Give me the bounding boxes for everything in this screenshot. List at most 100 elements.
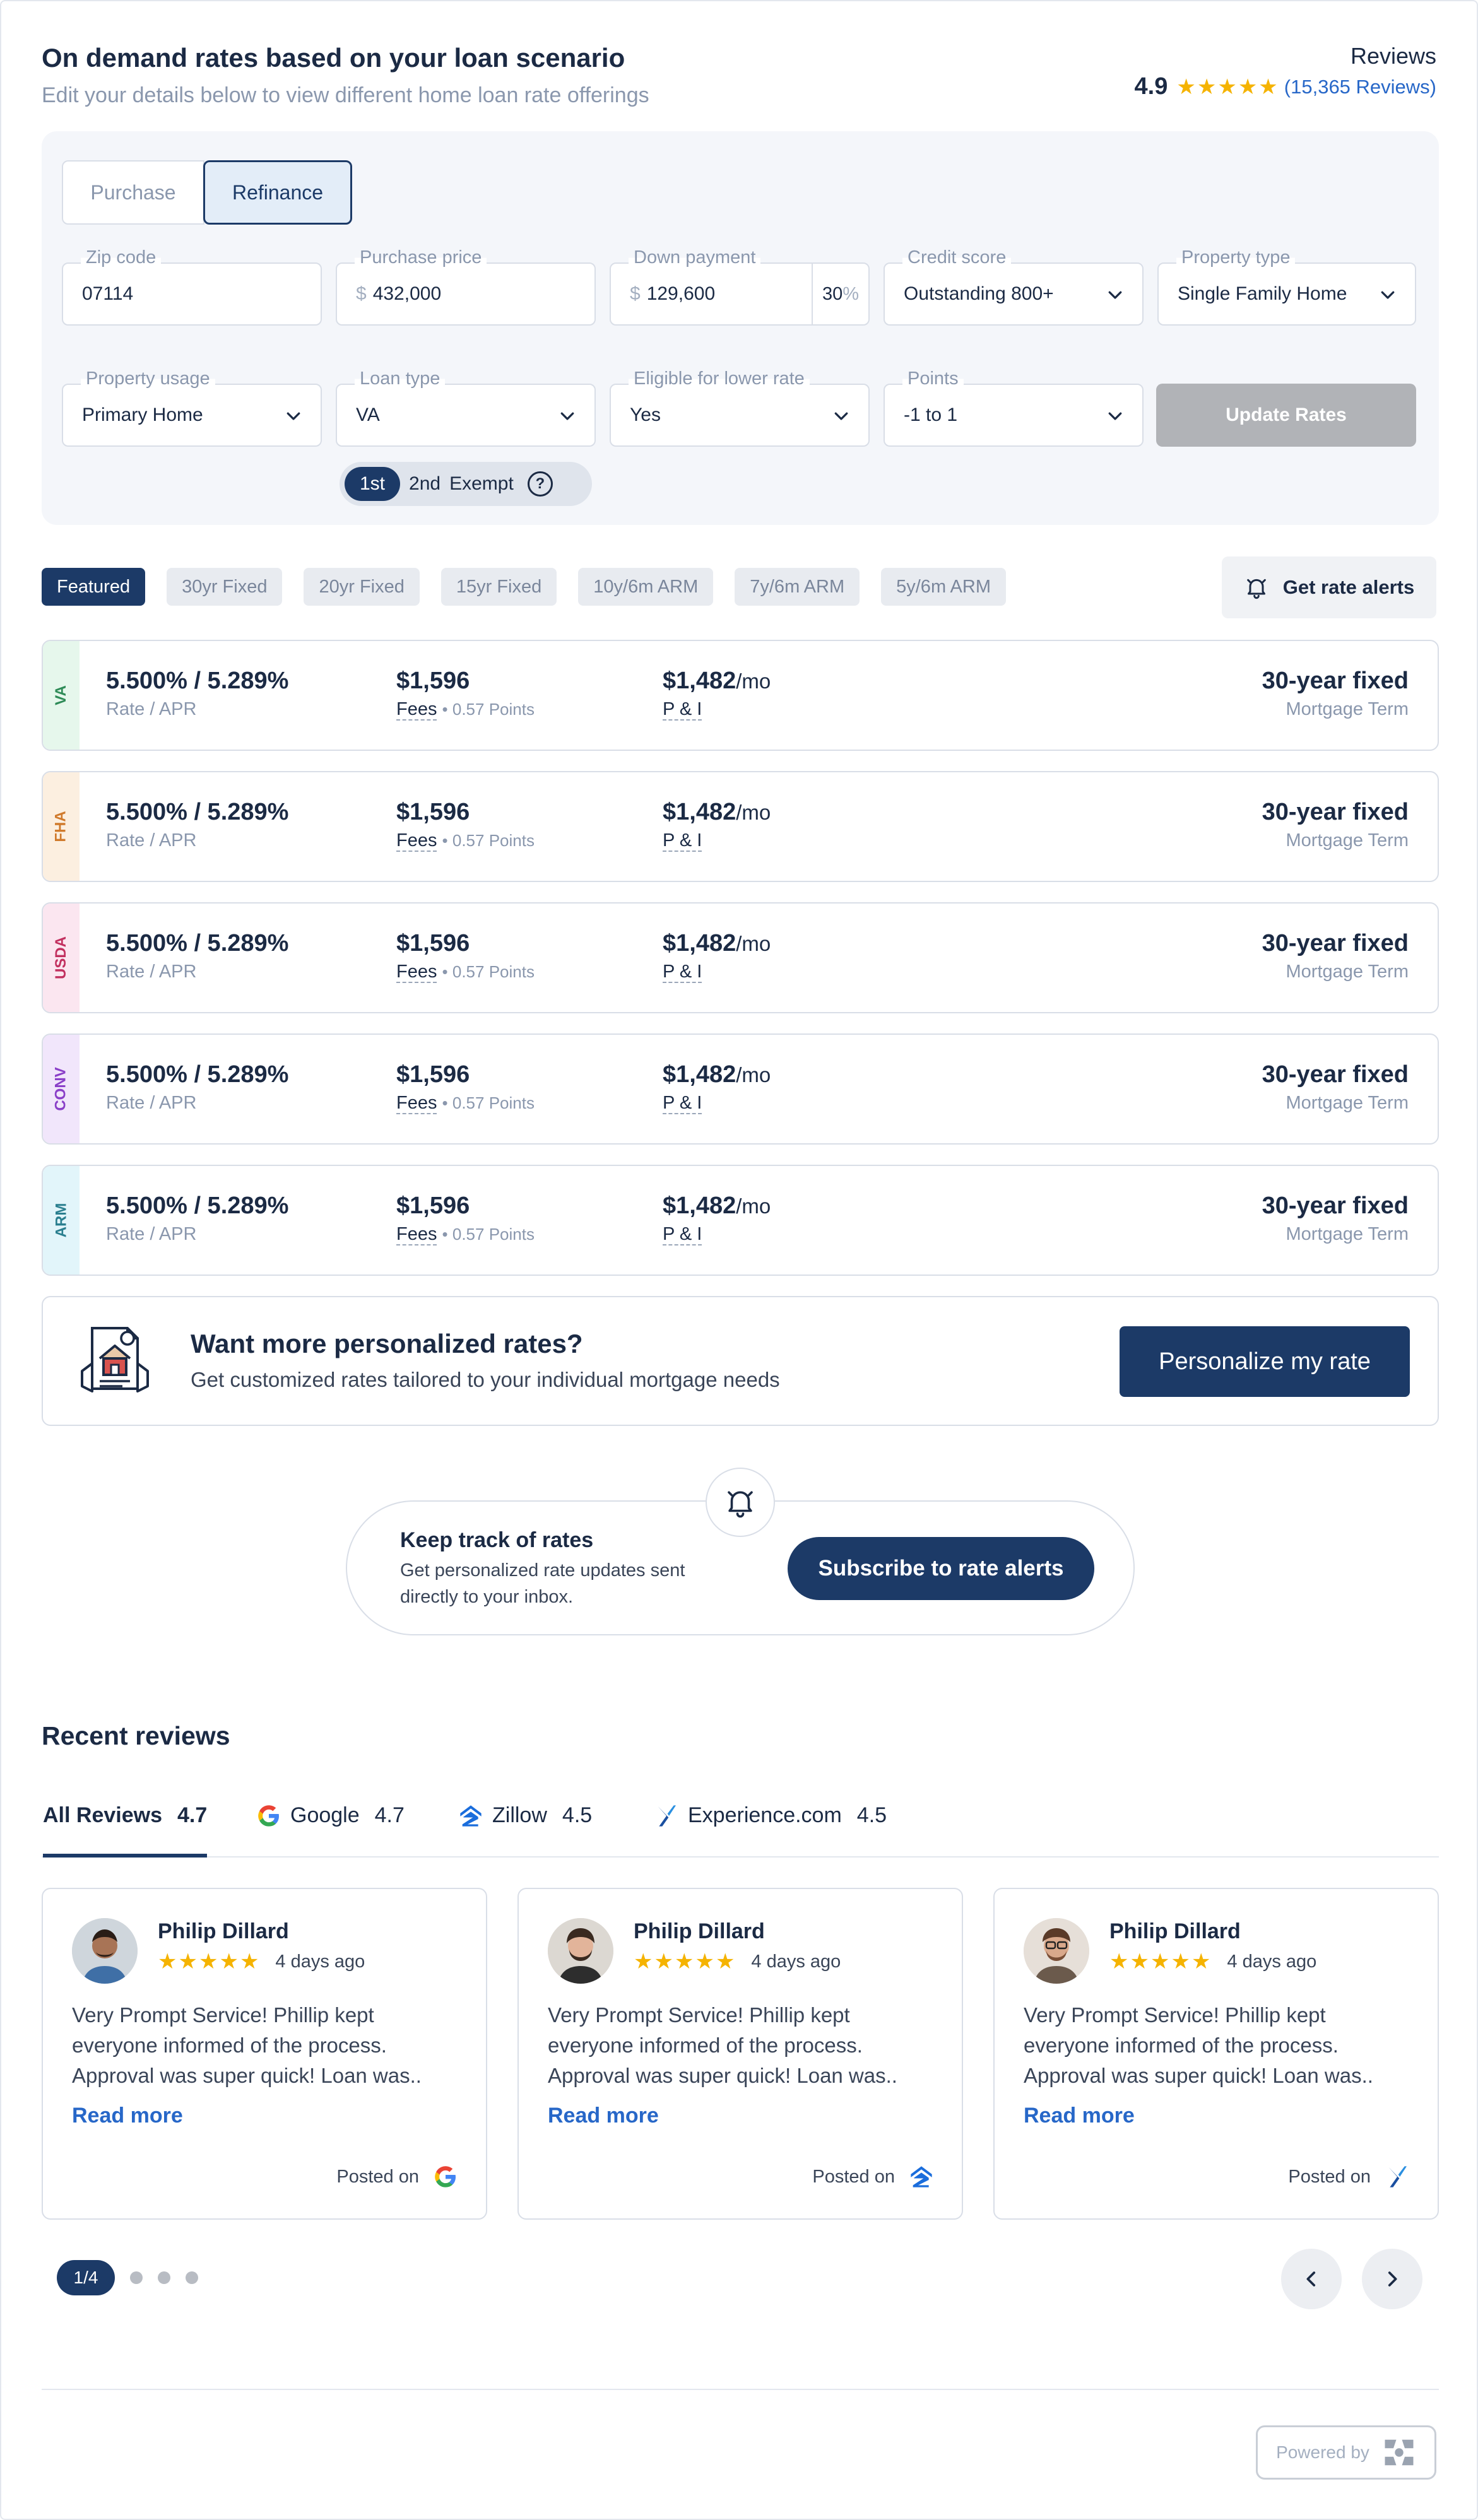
reviews-count-link[interactable]: (15,365 Reviews): [1284, 76, 1436, 98]
rate-card-conv[interactable]: CONV 5.500% / 5.289% Rate / APR $1,596 F…: [42, 1033, 1439, 1145]
payment-value: $1,482/mo: [663, 1192, 771, 1220]
lien-second-option[interactable]: 2nd: [409, 473, 440, 495]
points-value: 0.57 Points: [452, 831, 535, 850]
tab-google[interactable]: Google 4.7: [256, 1803, 405, 1858]
refinance-toggle[interactable]: Refinance: [203, 160, 352, 225]
chevron-left-icon: [1306, 2271, 1316, 2287]
points-info: • 0.57 Points: [442, 700, 535, 719]
tab-score: 4.7: [177, 1803, 208, 1827]
page-dot[interactable]: [130, 2271, 143, 2284]
down-payment-field[interactable]: Down payment $ 129,600 30%: [610, 247, 870, 326]
next-button[interactable]: [1362, 2249, 1422, 2309]
bell-icon: [1246, 579, 1266, 599]
page-subtitle: Edit your details below to view differen…: [42, 83, 649, 107]
fees-label[interactable]: Fees: [396, 699, 437, 721]
purchase-price-value: 432,000: [372, 283, 442, 304]
avatar: [72, 1918, 138, 1984]
read-more-link[interactable]: Read more: [548, 2104, 659, 2128]
star-icon: ★: [239, 1950, 259, 1974]
lower-rate-select[interactable]: Eligible for lower rate Yes: [610, 368, 870, 447]
loan-type-tag: ARM: [43, 1166, 80, 1275]
get-rate-alerts-button[interactable]: Get rate alerts: [1222, 556, 1436, 618]
star-icon: ★: [178, 1950, 198, 1974]
promo-title: Want more personalized rates?: [191, 1329, 583, 1358]
mortgage-term-value: 30-year fixed: [1262, 1192, 1409, 1219]
mortgage-term-label: Mortgage Term: [1286, 1224, 1409, 1244]
mortgage-term-label: Mortgage Term: [1286, 962, 1409, 982]
lien-exempt-option[interactable]: Exempt: [449, 473, 514, 495]
zip-code-field[interactable]: Zip code 07114: [62, 247, 322, 326]
purchase-price-field[interactable]: Purchase price $ 432,000: [336, 247, 596, 326]
payment-label[interactable]: P & I: [663, 830, 702, 852]
rate-card-fha[interactable]: FHA 5.500% / 5.289% Rate / APR $1,596 Fe…: [42, 771, 1439, 882]
help-icon[interactable]: ?: [527, 471, 553, 497]
page-dot[interactable]: [186, 2271, 198, 2284]
powered-by-badge[interactable]: Powered by: [1256, 2425, 1436, 2480]
property-type-select[interactable]: Property type Single Family Home: [1157, 247, 1416, 326]
points-info: • 0.57 Points: [442, 1093, 535, 1112]
star-icon: ★: [219, 1950, 239, 1974]
tab-7y-6m-arm[interactable]: 7y/6m ARM: [735, 568, 860, 606]
down-payment-label: Down payment: [629, 247, 761, 268]
payment-label[interactable]: P & I: [663, 1224, 702, 1245]
tab-label: Zillow: [492, 1803, 547, 1827]
subscribe-title: Keep track of rates: [400, 1528, 594, 1552]
star-icon: ★: [1150, 1950, 1170, 1974]
loan-type-tag-label: VA: [52, 685, 69, 705]
star-icon: ★: [1171, 1950, 1190, 1974]
payment-label[interactable]: P & I: [663, 962, 702, 983]
fees-label[interactable]: Fees: [396, 1224, 437, 1245]
loan-type-select[interactable]: Loan type VA: [336, 368, 596, 447]
page-title: On demand rates based on your loan scena…: [42, 43, 625, 73]
subscribe-text: Get personalized rate updates sent direc…: [400, 1560, 685, 1607]
fees-value: $1,596: [396, 668, 470, 694]
payment-unit: /mo: [736, 669, 771, 693]
tab-experience[interactable]: Experience.com 4.5: [654, 1803, 887, 1858]
review-text: Very Prompt Service! Phillip kept everyo…: [72, 2003, 422, 2087]
google-icon: [258, 1805, 279, 1827]
property-usage-select[interactable]: Property usage Primary Home: [62, 368, 322, 447]
tab-label: All Reviews: [43, 1803, 162, 1827]
dollar-prefix: $: [630, 283, 641, 304]
fees-label[interactable]: Fees: [396, 962, 437, 983]
fees-value: $1,596: [396, 799, 470, 825]
payment-label[interactable]: P & I: [663, 699, 702, 721]
tab-zillow[interactable]: Zillow 4.5: [458, 1803, 592, 1858]
points-select[interactable]: Points -1 to 1: [884, 368, 1144, 447]
avatar: [1024, 1918, 1089, 1984]
get-rate-alerts-label: Get rate alerts: [1282, 576, 1415, 598]
tab-30yr-fixed[interactable]: 30yr Fixed: [167, 568, 283, 606]
points-info: • 0.57 Points: [442, 1225, 535, 1244]
fees-label[interactable]: Fees: [396, 830, 437, 852]
reviewer-photo: [548, 1918, 613, 1984]
review-text: Very Prompt Service! Phillip kept everyo…: [1024, 2003, 1373, 2087]
rate-card-arm[interactable]: ARM 5.500% / 5.289% Rate / APR $1,596 Fe…: [42, 1165, 1439, 1276]
payment-label[interactable]: P & I: [663, 1093, 702, 1114]
subscribe-button[interactable]: Subscribe to rate alerts: [788, 1537, 1094, 1600]
down-payment-percent-field[interactable]: 30%: [812, 264, 868, 324]
tab-20yr-fixed[interactable]: 20yr Fixed: [304, 568, 420, 606]
page-dot[interactable]: [158, 2271, 170, 2284]
lien-first-option[interactable]: 1st: [345, 467, 401, 501]
rate-apr-value: 5.500% / 5.289%: [106, 799, 289, 825]
read-more-link[interactable]: Read more: [72, 2104, 183, 2128]
tab-all-reviews[interactable]: All Reviews 4.7: [43, 1803, 208, 1858]
reviewer-photo: [72, 1918, 138, 1984]
credit-score-select[interactable]: Credit score Outstanding 800+: [884, 247, 1144, 326]
personalize-rate-button[interactable]: Personalize my rate: [1120, 1326, 1410, 1397]
tab-10y-6m-arm[interactable]: 10y/6m ARM: [578, 568, 714, 606]
tab-featured[interactable]: Featured: [42, 568, 146, 606]
fees-label[interactable]: Fees: [396, 1093, 437, 1114]
star-icon: ★: [674, 1950, 694, 1974]
read-more-link[interactable]: Read more: [1024, 2104, 1135, 2128]
update-rates-button[interactable]: Update Rates: [1156, 384, 1416, 447]
tab-15yr-fixed[interactable]: 15yr Fixed: [440, 568, 557, 606]
rate-card-va[interactable]: VA 5.500% / 5.289% Rate / APR $1,596 Fee…: [42, 640, 1439, 751]
mortgage-term-value: 30-year fixed: [1262, 1061, 1409, 1088]
tab-5y-6m-arm[interactable]: 5y/6m ARM: [881, 568, 1006, 606]
prev-button[interactable]: [1281, 2249, 1342, 2309]
review-card: Philip Dillard ★ ★ ★ ★ ★ 4 days ago Very Pro…: [42, 1888, 487, 2220]
reviews-heading: Reviews: [1350, 43, 1436, 69]
rate-card-usda[interactable]: USDA 5.500% / 5.289% Rate / APR $1,596 F…: [42, 902, 1439, 1013]
purchase-toggle[interactable]: Purchase: [62, 160, 204, 225]
